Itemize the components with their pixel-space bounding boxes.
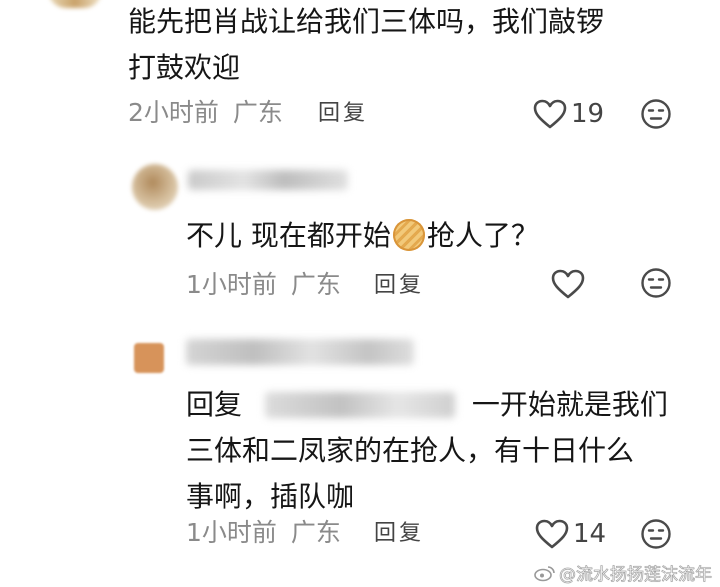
location: 广东	[290, 270, 341, 299]
comment-meta: 1小时前 广东	[186, 518, 341, 548]
comment-text-line: 能先把肖战让给我们三体吗，我们敲锣	[128, 5, 605, 38]
comment-text-part: 不儿 现在都开始	[186, 219, 391, 252]
reply-button[interactable]: 回复	[318, 99, 368, 129]
pancake-emoji-icon	[392, 219, 425, 251]
meh-face-icon[interactable]	[640, 267, 672, 299]
comment-text-line: 一开始就是我们	[471, 388, 668, 421]
heart-icon	[533, 99, 567, 129]
timestamp: 2小时前	[128, 98, 219, 127]
comment-text-line: 打鼓欢迎	[128, 51, 241, 84]
weibo-logo-icon	[534, 564, 556, 582]
watermark-text: @流水扬扬莲沫流年	[559, 565, 713, 586]
like-button[interactable]: 19	[533, 97, 613, 131]
reply-button[interactable]: 回复	[374, 271, 424, 301]
avatar[interactable]	[134, 343, 164, 373]
meh-face-icon[interactable]	[640, 518, 672, 550]
comment-meta: 2小时前 广东	[128, 98, 283, 128]
meh-face-icon[interactable]	[640, 98, 672, 130]
avatar[interactable]	[132, 164, 178, 210]
comment-text-line: 事啊，插队咖	[186, 480, 355, 513]
like-count: 19	[571, 99, 605, 129]
heart-icon	[535, 519, 569, 549]
comment-text: 不儿 现在都开始 抢人了？	[186, 216, 539, 256]
heart-icon[interactable]	[551, 269, 585, 299]
comment-meta: 1小时前 广东	[186, 270, 341, 300]
location: 广东	[232, 98, 283, 127]
comment-text: 能先把肖战让给我们三体吗，我们敲锣 打鼓欢迎	[128, 2, 688, 88]
watermark: @流水扬扬莲沫流年	[534, 560, 712, 585]
comment-2: 不儿 现在都开始 抢人了？ 1小时前 广东 回复	[0, 150, 720, 310]
like-count: 14	[573, 519, 607, 549]
reply-prefix: 回复	[186, 388, 243, 421]
like-button[interactable]: 14	[535, 517, 615, 551]
timestamp: 1小时前	[186, 518, 277, 547]
timestamp: 1小时前	[186, 270, 277, 299]
comment-3: 回复 一开始就是我们 三体和二凤家的在抢人，有十日什么 事啊，插队咖 1小时前 …	[0, 325, 720, 587]
avatar[interactable]	[48, 0, 102, 8]
comment-1: 能先把肖战让给我们三体吗，我们敲锣 打鼓欢迎 2小时前 广东 回复 19	[0, 0, 720, 140]
comment-text-part: 抢人了？	[426, 219, 539, 252]
username-blurred	[186, 339, 414, 365]
location: 广东	[290, 518, 341, 547]
comment-text: 回复 一开始就是我们 三体和二凤家的在抢人，有十日什么 事啊，插队咖	[186, 385, 706, 517]
mentioned-username-blurred[interactable]	[264, 392, 455, 418]
username-blurred	[188, 170, 348, 190]
comment-text-line: 三体和二凤家的在抢人，有十日什么	[186, 434, 635, 467]
reply-button[interactable]: 回复	[374, 519, 424, 549]
